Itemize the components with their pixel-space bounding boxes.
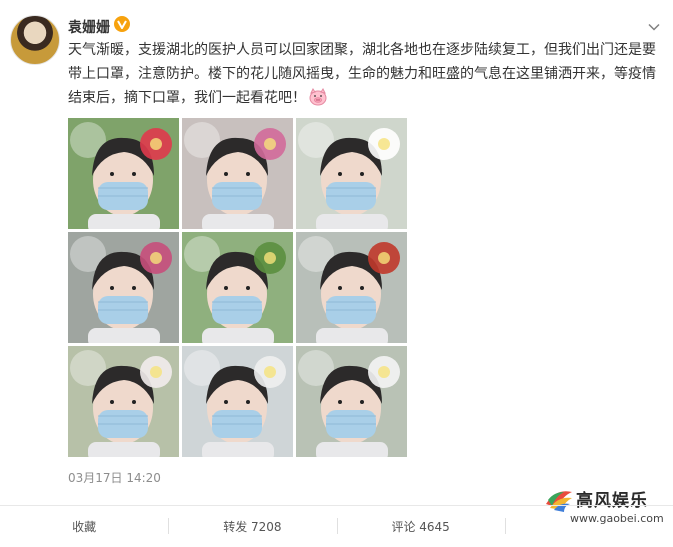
post-username[interactable]: 袁姗姗 [68, 17, 110, 37]
photo-grid [68, 118, 407, 457]
post-body: 天气渐暖，支援湖北的医护人员可以回家团聚，湖北各地也在逐步陆续复工，但我们出门还… [68, 42, 656, 106]
like-button[interactable] [504, 506, 673, 547]
photo-8[interactable] [182, 346, 293, 457]
pig-face-emoji-icon [308, 88, 328, 106]
photo-3[interactable] [296, 118, 407, 229]
chevron-down-icon[interactable] [648, 18, 660, 31]
repost-button[interactable]: 转发 7208 [168, 506, 336, 547]
verified-badge-icon [114, 16, 130, 32]
photo-7[interactable] [68, 346, 179, 457]
photo-9[interactable] [296, 346, 407, 457]
photo-5[interactable] [182, 232, 293, 343]
post-timestamp[interactable]: 03月17日 14:20 [68, 469, 161, 486]
photo-1[interactable] [68, 118, 179, 229]
photo-2[interactable] [182, 118, 293, 229]
favorite-button[interactable]: 收藏 [0, 506, 168, 547]
photo-4[interactable] [68, 232, 179, 343]
post-text: 天气渐暖，支援湖北的医护人员可以回家团聚，湖北各地也在逐步陆续复工，但我们出门还… [68, 38, 658, 110]
avatar[interactable] [10, 15, 60, 65]
photo-6[interactable] [296, 232, 407, 343]
action-bar: 收藏 转发 7208 评论 4645 [0, 506, 673, 547]
comment-button[interactable]: 评论 4645 [336, 506, 505, 547]
